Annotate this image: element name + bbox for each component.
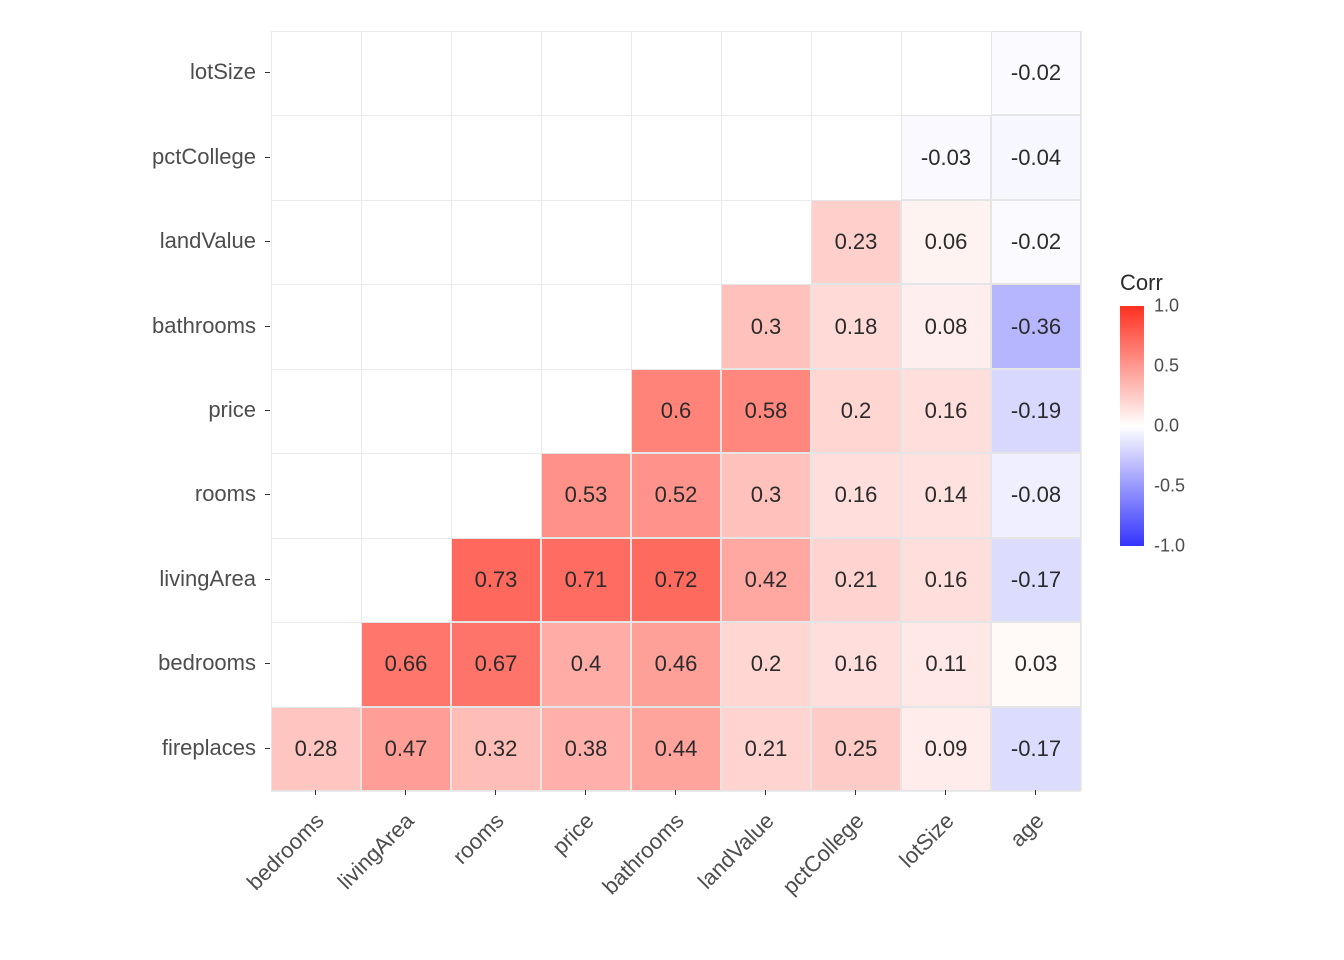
heatmap-cell: 0.11 [901, 622, 991, 706]
y-axis-tick-label: bathrooms [152, 313, 256, 339]
heatmap-cell: -0.17 [991, 538, 1081, 622]
x-axis-tick [315, 790, 316, 795]
heatmap-cell: 0.14 [901, 453, 991, 537]
legend-tick-label: 1.0 [1154, 296, 1179, 317]
legend-tick-label: -0.5 [1154, 476, 1185, 497]
heatmap-cell: 0.23 [811, 200, 901, 284]
y-axis-tick [265, 72, 270, 73]
y-axis-tick-label: rooms [195, 481, 256, 507]
legend-tick [1144, 546, 1148, 547]
y-axis-tick-label: lotSize [190, 59, 256, 85]
heatmap-cell: 0.18 [811, 284, 901, 368]
heatmap-cell: 0.44 [631, 707, 721, 791]
x-axis-tick-label: price [547, 808, 599, 860]
heatmap-cell: 0.46 [631, 622, 721, 706]
heatmap-cell: 0.21 [811, 538, 901, 622]
heatmap-cell: 0.73 [451, 538, 541, 622]
heatmap-cell: 0.72 [631, 538, 721, 622]
heatmap-cell: 0.21 [721, 707, 811, 791]
heatmap-cell: -0.04 [991, 115, 1081, 199]
legend-colorbar [1120, 306, 1144, 546]
legend-tick-label: 0.5 [1154, 356, 1179, 377]
y-axis-tick [265, 241, 270, 242]
legend-tick [1144, 306, 1148, 307]
heatmap-plot-area: -0.02-0.03-0.040.230.06-0.020.30.180.08-… [270, 30, 1082, 792]
legend: Corr 1.00.50.0-0.5-1.0 [1120, 270, 1163, 304]
heatmap-cell: 0.25 [811, 707, 901, 791]
x-axis-tick [675, 790, 676, 795]
heatmap-cell: 0.66 [361, 622, 451, 706]
x-axis-tick-label: landValue [693, 808, 779, 894]
x-axis-tick [945, 790, 946, 795]
heatmap-cell: 0.3 [721, 284, 811, 368]
y-axis-tick-label: livingArea [159, 566, 256, 592]
x-axis-tick [855, 790, 856, 795]
x-axis-tick [585, 790, 586, 795]
legend-tick [1144, 366, 1148, 367]
heatmap-cell: -0.17 [991, 707, 1081, 791]
heatmap-cell: 0.2 [811, 369, 901, 453]
heatmap-cell: -0.19 [991, 369, 1081, 453]
heatmap-cell: 0.42 [721, 538, 811, 622]
y-axis-tick-label: landValue [160, 228, 256, 254]
heatmap-cell: 0.2 [721, 622, 811, 706]
heatmap-cell: -0.02 [991, 31, 1081, 115]
x-axis-tick-label: bedrooms [242, 808, 330, 896]
heatmap-cell: 0.71 [541, 538, 631, 622]
y-axis-tick-label: fireplaces [162, 735, 256, 761]
heatmap-cell: 0.16 [811, 622, 901, 706]
x-axis-tick-label: rooms [448, 808, 510, 870]
heatmap-cell: 0.58 [721, 369, 811, 453]
heatmap-cell: -0.36 [991, 284, 1081, 368]
y-axis-tick-label: bedrooms [158, 650, 256, 676]
x-axis-tick [495, 790, 496, 795]
heatmap-cell: 0.38 [541, 707, 631, 791]
y-axis-tick [265, 157, 270, 158]
y-axis-tick-label: pctCollege [152, 144, 256, 170]
heatmap-cell: 0.06 [901, 200, 991, 284]
x-axis-tick-label: age [1005, 808, 1049, 852]
heatmap-cell: 0.16 [811, 453, 901, 537]
heatmap-cell: 0.28 [271, 707, 361, 791]
heatmap-cell: 0.09 [901, 707, 991, 791]
heatmap-cell: -0.02 [991, 200, 1081, 284]
legend-tick [1144, 426, 1148, 427]
heatmap-cell: 0.53 [541, 453, 631, 537]
legend-tick-label: 0.0 [1154, 416, 1179, 437]
y-axis-tick [265, 410, 270, 411]
heatmap-cell: 0.52 [631, 453, 721, 537]
x-axis-tick-label: pctCollege [777, 808, 869, 900]
x-axis-tick [405, 790, 406, 795]
x-axis-tick [765, 790, 766, 795]
heatmap-cell: 0.16 [901, 369, 991, 453]
heatmap-cell: 0.47 [361, 707, 451, 791]
y-axis-tick [265, 579, 270, 580]
legend-tick [1144, 486, 1148, 487]
heatmap-cell: 0.03 [991, 622, 1081, 706]
heatmap-cell: 0.6 [631, 369, 721, 453]
y-axis-tick [265, 494, 270, 495]
heatmap-cell: 0.16 [901, 538, 991, 622]
legend-title: Corr [1120, 270, 1163, 296]
heatmap-cell: -0.03 [901, 115, 991, 199]
x-axis-tick-label: livingArea [333, 808, 420, 895]
heatmap-cell: 0.3 [721, 453, 811, 537]
y-axis-tick-label: price [208, 397, 256, 423]
x-axis-tick-label: lotSize [894, 808, 959, 873]
x-axis-tick [1035, 790, 1036, 795]
heatmap-cell: 0.67 [451, 622, 541, 706]
heatmap-cell: 0.4 [541, 622, 631, 706]
y-axis-tick [265, 748, 270, 749]
heatmap-cell: 0.08 [901, 284, 991, 368]
y-axis-tick [265, 326, 270, 327]
heatmap-cell: 0.32 [451, 707, 541, 791]
y-axis-tick [265, 663, 270, 664]
legend-tick-label: -1.0 [1154, 536, 1185, 557]
x-axis-tick-label: bathrooms [597, 808, 689, 900]
heatmap-cell: -0.08 [991, 453, 1081, 537]
